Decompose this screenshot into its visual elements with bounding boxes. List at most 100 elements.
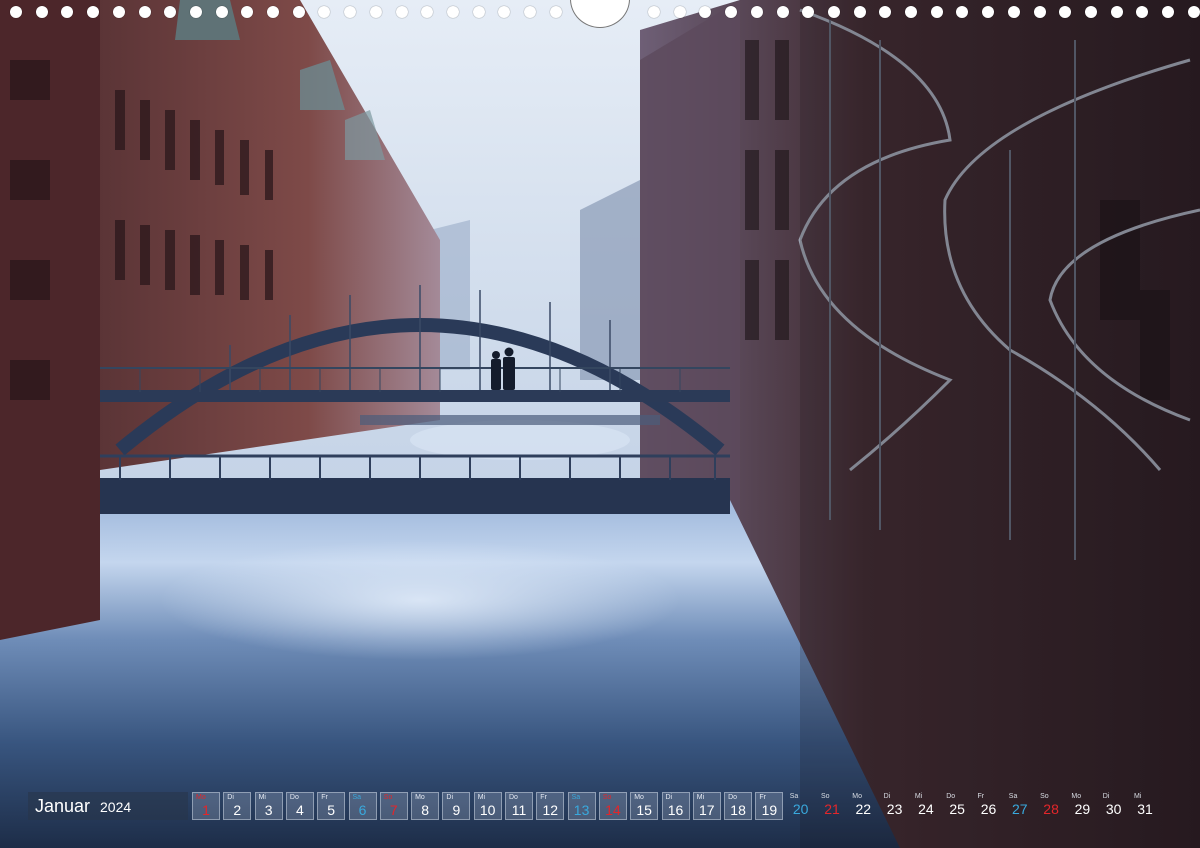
weekday-label: Fr [321, 794, 328, 801]
day-number: 9 [452, 802, 461, 818]
day-number: 16 [667, 802, 684, 818]
binding-hole [853, 6, 866, 18]
day-number: 15 [636, 802, 652, 818]
binding-hole [241, 6, 254, 18]
binding-hole [879, 6, 892, 18]
binding-hole [1007, 6, 1020, 18]
binding-hole [1059, 6, 1072, 18]
day-number: 28 [1043, 801, 1059, 817]
day-number: 3 [264, 802, 273, 818]
day-number: 29 [1074, 801, 1091, 817]
binding-hole [446, 6, 459, 18]
day-number: 12 [542, 802, 559, 818]
binding-hole [395, 6, 408, 18]
binding-hole [164, 6, 177, 18]
day-number: 25 [949, 801, 965, 817]
binding-hole [61, 6, 74, 18]
calendar-day: Di 30 [1100, 792, 1128, 820]
binding-hole [725, 6, 738, 18]
calendar-day: Mo 1 [192, 792, 220, 820]
calendar-day: Di 9 [442, 792, 471, 820]
weekday-label: Mo [852, 793, 863, 800]
weekday-label: Mo [1071, 793, 1082, 800]
day-number: 13 [573, 802, 590, 818]
day-number: 6 [358, 802, 367, 818]
day-number: 7 [389, 802, 398, 818]
day-number: 8 [421, 802, 429, 818]
binding-hole [1136, 6, 1149, 18]
binding-hole [292, 6, 305, 18]
binding-hole [498, 6, 511, 18]
binding-hole [472, 6, 485, 18]
binding-hole [1084, 6, 1097, 18]
calendar-day: Fr 5 [317, 792, 346, 820]
weekday-label: So [821, 793, 830, 800]
weekday-label: Di [1102, 793, 1110, 800]
binding-hole [827, 6, 840, 18]
calendar-day: So 21 [818, 792, 846, 820]
weekday-label: Sa [789, 793, 799, 800]
day-number: 11 [511, 802, 527, 818]
day-number: 10 [479, 802, 496, 818]
binding-hole [1187, 6, 1200, 18]
binding-hole [956, 6, 969, 18]
calendar-day: Di 23 [881, 792, 909, 820]
month-title: Januar 2024 [28, 792, 188, 820]
calendar-day: Mo 29 [1068, 792, 1096, 820]
calendar-day: So 14 [598, 792, 627, 820]
day-number: 26 [980, 801, 997, 817]
calendar-day: Mi 31 [1131, 792, 1159, 820]
calendar-day: Di 2 [223, 792, 252, 820]
weekday-label: So [383, 794, 393, 801]
weekday-label: So [1040, 793, 1049, 800]
calendar-day: Sa 27 [1006, 792, 1034, 820]
calendar-day: Fr 26 [975, 792, 1003, 820]
year-label: 2024 [100, 799, 132, 815]
binding-hole [549, 6, 562, 18]
calendar-day: Do 25 [943, 792, 971, 820]
binding-hole [267, 6, 279, 18]
day-number: 1 [202, 802, 210, 818]
day-number: 27 [1012, 801, 1028, 817]
day-number: 30 [1105, 801, 1122, 817]
binding-hole [648, 6, 660, 18]
day-number: 23 [886, 801, 903, 817]
day-number: 22 [855, 801, 872, 817]
binding-hole [189, 6, 202, 18]
calendar-day: Do 18 [724, 792, 753, 820]
weekday-label: So [602, 794, 612, 801]
day-number: 18 [730, 802, 746, 818]
binding-hole [344, 6, 357, 18]
weekday-label: Do [509, 794, 518, 801]
weekday-label: Mi [258, 794, 266, 801]
binding-hole [318, 6, 331, 18]
calendar-day: Fr 19 [755, 792, 784, 820]
binding-hole [930, 6, 943, 18]
calendar-day: Mi 17 [692, 792, 721, 820]
canal-photo [0, 0, 1200, 848]
binding-hole [673, 6, 686, 18]
binding-hole [87, 6, 100, 18]
weekday-label: Fr [759, 794, 766, 801]
binding-hole [1110, 6, 1123, 18]
calendar-day: Do 4 [285, 792, 314, 820]
calendar-strip: Januar 2024 Mo 1 Di 2 Mi 3 Do 4 Fr 5 Sa 6 So 7 Mo 8 Di 9 M… [28, 792, 1178, 820]
day-number: 2 [233, 802, 242, 818]
weekday-label: Di [883, 793, 891, 800]
binding-hole [905, 6, 917, 18]
binding-hole [1162, 6, 1174, 18]
weekday-label: Di [227, 794, 234, 801]
calendar-day: Di 16 [661, 792, 690, 820]
weekday-label: Mi [1134, 793, 1142, 800]
calendar-day: Mo 22 [849, 792, 877, 820]
weekday-label: Fr [977, 793, 985, 800]
month-label: Januar [35, 796, 91, 816]
day-number: 31 [1137, 801, 1153, 817]
calendar-day: So 28 [1037, 792, 1065, 820]
weekday-label: Fr [540, 794, 547, 801]
calendar-day: Fr 12 [536, 792, 565, 820]
calendar-day: Mi 24 [912, 792, 940, 820]
calendar-day: Do 11 [505, 792, 533, 820]
binding-hole [421, 6, 434, 18]
calendar-day: Sa 13 [567, 792, 596, 820]
